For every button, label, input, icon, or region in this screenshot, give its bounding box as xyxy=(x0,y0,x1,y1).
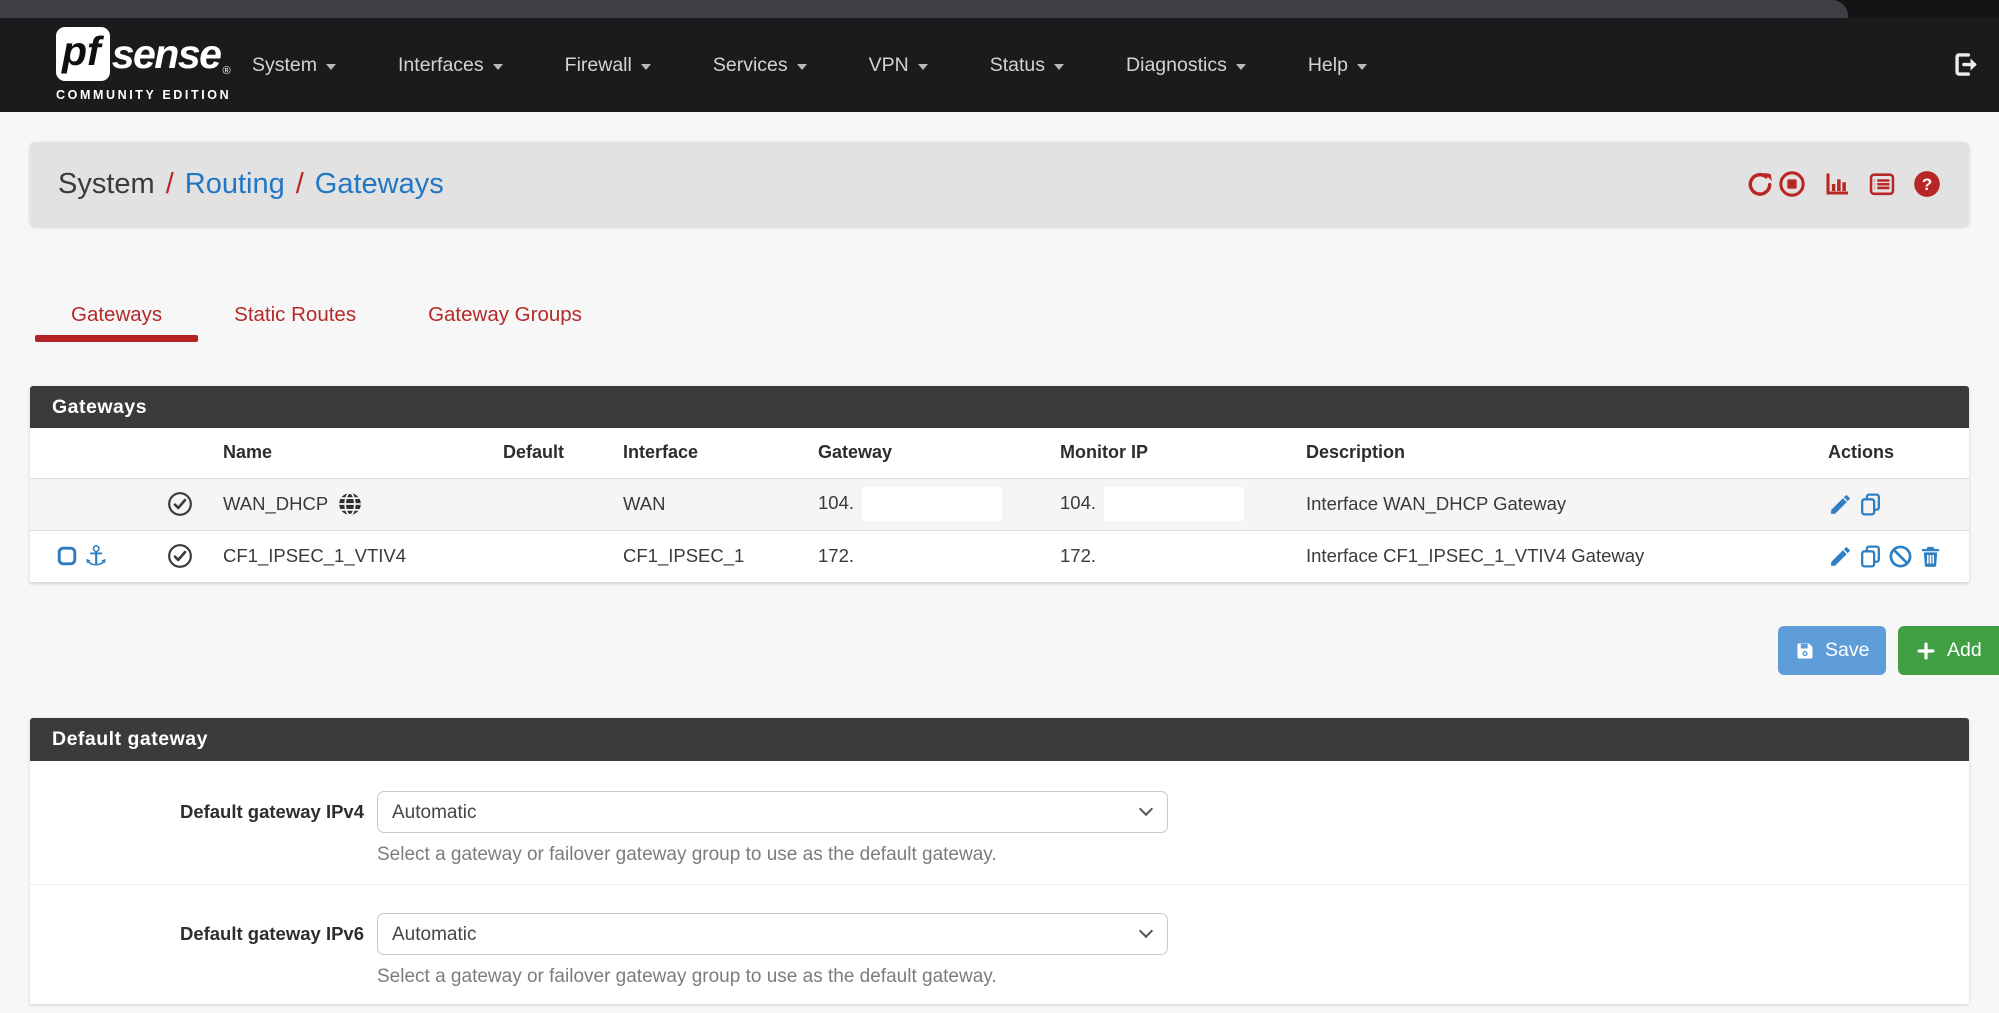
redacted-value xyxy=(862,487,1002,521)
default-gateway-panel-title: Default gateway xyxy=(30,718,1969,761)
chevron-down-icon xyxy=(493,64,503,70)
menu-vpn[interactable]: VPN xyxy=(869,54,928,77)
breadcrumb: System / Routing / Gateways xyxy=(58,168,444,201)
breadcrumb-link-gateways[interactable]: Gateways xyxy=(315,168,444,201)
default-gateway-ipv6-row: Default gateway IPv6 Automatic Select a … xyxy=(30,885,1969,1004)
gateway-default-cell xyxy=(503,478,613,530)
breadcrumb-actions: ? xyxy=(1746,170,1941,198)
delete-icon[interactable] xyxy=(1918,544,1943,569)
menu-status[interactable]: Status xyxy=(990,54,1064,77)
list-icon[interactable] xyxy=(1868,170,1896,198)
default-gateway-ipv4-row: Default gateway IPv4 Automatic Select a … xyxy=(30,761,1969,885)
monitor-ip: 172. xyxy=(1054,530,1293,582)
gateway-description: Interface WAN_DHCP Gateway xyxy=(1293,478,1822,530)
gateway-default-cell xyxy=(503,530,613,582)
logo-registered-mark: ® xyxy=(222,65,230,77)
breadcrumb-separator: / xyxy=(166,168,174,201)
breadcrumb-link-routing[interactable]: Routing xyxy=(185,168,285,201)
menu-diagnostics[interactable]: Diagnostics xyxy=(1126,54,1246,77)
column-description: Description xyxy=(1293,428,1822,478)
chevron-down-icon xyxy=(641,64,651,70)
redacted-value xyxy=(1104,487,1244,521)
gateway-interface: CF1_IPSEC_1 xyxy=(613,530,812,582)
copy-icon[interactable] xyxy=(1858,544,1883,569)
top-navbar: pf sense ® COMMUNITY EDITION System Inte… xyxy=(0,18,1999,112)
logo-sense-text: sense xyxy=(112,31,221,78)
breadcrumb-section: System xyxy=(58,168,155,201)
pfsense-gateways-page: pf sense ® COMMUNITY EDITION System Inte… xyxy=(0,0,1999,1013)
default-gateway-ipv6-select[interactable]: Automatic xyxy=(377,913,1168,955)
tab-gateway-groups[interactable]: Gateway Groups xyxy=(428,288,582,342)
chevron-down-icon xyxy=(326,64,336,70)
gateway-name: WAN_DHCP xyxy=(223,493,328,515)
chevron-down-icon xyxy=(797,64,807,70)
column-gateway: Gateway xyxy=(812,428,1054,478)
help-icon[interactable]: ? xyxy=(1913,170,1941,198)
menu-interfaces[interactable]: Interfaces xyxy=(398,54,503,77)
gateways-panel-title: Gateways xyxy=(30,386,1969,428)
gateway-interface: WAN xyxy=(613,478,812,530)
gateway-enabled-icon xyxy=(167,543,193,569)
column-interface: Interface xyxy=(613,428,812,478)
breadcrumb-bar: System / Routing / Gateways xyxy=(30,142,1969,226)
tab-static-routes[interactable]: Static Routes xyxy=(234,288,356,342)
svg-text:?: ? xyxy=(1922,175,1932,194)
add-gateway-button[interactable]: Add xyxy=(1898,626,1999,675)
menu-help[interactable]: Help xyxy=(1308,54,1367,77)
chevron-down-icon xyxy=(1357,64,1367,70)
main-menu: System Interfaces Firewall Services VPN … xyxy=(252,18,1367,112)
copy-icon[interactable] xyxy=(1858,492,1883,517)
default-gateway-ipv6-label: Default gateway IPv6 xyxy=(30,913,364,988)
menu-services[interactable]: Services xyxy=(713,54,807,77)
gateway-address: 104. xyxy=(818,492,854,513)
select-gateway-checkbox[interactable] xyxy=(56,545,78,567)
chevron-down-icon xyxy=(1054,64,1064,70)
column-status xyxy=(30,428,215,478)
table-row: ⚓ CF1_IPSEC_1_VTIV4 xyxy=(30,530,1969,582)
plus-icon xyxy=(1915,640,1937,662)
chevron-down-icon xyxy=(1236,64,1246,70)
gateway-enabled-icon xyxy=(167,491,193,517)
default-gateway-panel: Default gateway Default gateway IPv4 Aut… xyxy=(30,718,1969,1004)
gateway-address: 172. xyxy=(812,530,1054,582)
default-gateway-ipv4-label: Default gateway IPv4 xyxy=(30,791,364,866)
save-button[interactable]: Save xyxy=(1778,626,1886,675)
logo-edition-text: COMMUNITY EDITION xyxy=(56,88,231,102)
window-top-strip xyxy=(0,0,1848,18)
disable-icon[interactable] xyxy=(1888,544,1913,569)
column-name: Name xyxy=(215,428,503,478)
logo-pf-box: pf xyxy=(56,27,110,81)
stop-circle-icon[interactable] xyxy=(1778,170,1806,198)
monitor-ip: 104. xyxy=(1060,492,1096,513)
menu-system[interactable]: System xyxy=(252,54,336,77)
pfsense-logo[interactable]: pf sense ® COMMUNITY EDITION xyxy=(56,27,231,102)
column-actions: Actions xyxy=(1822,428,1969,478)
anchor-icon[interactable]: ⚓ xyxy=(84,543,108,570)
gateway-name: CF1_IPSEC_1_VTIV4 xyxy=(223,545,406,567)
save-icon xyxy=(1795,641,1815,661)
menu-firewall[interactable]: Firewall xyxy=(565,54,651,77)
routing-tabs: Gateways Static Routes Gateway Groups xyxy=(35,288,582,342)
default-gateway-ipv4-help: Select a gateway or failover gateway gro… xyxy=(377,844,1168,866)
table-header-row: Name Default Interface Gateway Monitor I… xyxy=(30,428,1969,478)
chevron-down-icon xyxy=(918,64,928,70)
default-gateway-globe-icon xyxy=(337,491,363,517)
column-default: Default xyxy=(503,428,613,478)
column-monitor-ip: Monitor IP xyxy=(1054,428,1293,478)
gateways-panel: Gateways Name Default Interface Gateway … xyxy=(30,386,1969,583)
gateways-table: Name Default Interface Gateway Monitor I… xyxy=(30,428,1969,583)
default-gateway-ipv4-select[interactable]: Automatic xyxy=(377,791,1168,833)
sign-out-icon[interactable] xyxy=(1952,51,1979,78)
edit-icon[interactable] xyxy=(1828,544,1853,569)
gateway-description: Interface CF1_IPSEC_1_VTIV4 Gateway xyxy=(1293,530,1822,582)
table-row: WAN_DHCP WAN 104. xyxy=(30,478,1969,530)
refresh-icon[interactable] xyxy=(1746,170,1774,198)
bar-chart-icon[interactable] xyxy=(1823,170,1851,198)
tab-gateways[interactable]: Gateways xyxy=(35,288,198,342)
edit-icon[interactable] xyxy=(1828,492,1853,517)
default-gateway-ipv6-help: Select a gateway or failover gateway gro… xyxy=(377,966,1168,988)
breadcrumb-separator: / xyxy=(296,168,304,201)
